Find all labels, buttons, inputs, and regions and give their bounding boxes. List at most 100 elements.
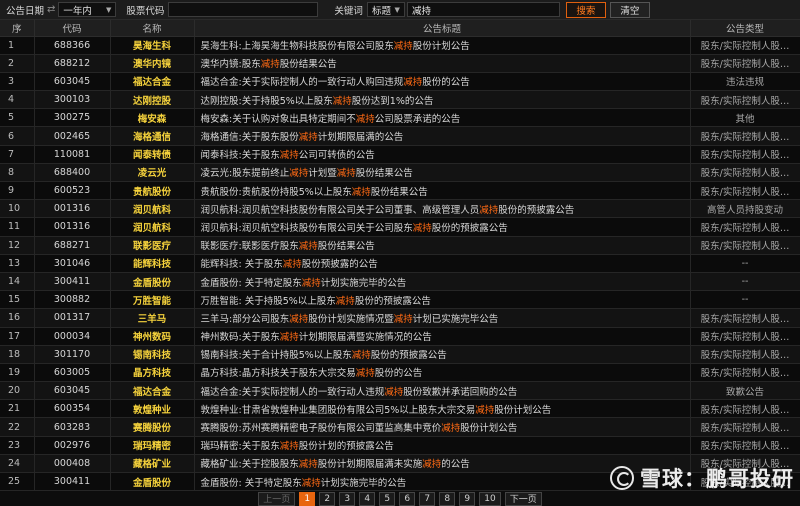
row-code[interactable]: 110081 bbox=[34, 145, 111, 164]
page-number-button[interactable]: 6 bbox=[399, 491, 416, 506]
table-row[interactable]: 19 603005 晶方科技 晶方科技:晶方科技关于股东大宗交易减持股份的公告 股东/实… bbox=[0, 363, 800, 383]
row-name[interactable]: 海格通信 bbox=[110, 126, 195, 146]
row-code[interactable]: 603005 bbox=[34, 363, 111, 383]
table-row[interactable]: 3 603045 福达合金 福达合金:关于实际控制人的一致行动人购回违规减持股份的公告… bbox=[0, 72, 800, 92]
row-title[interactable]: 锡南科技:关于合计持股5%以上股东减持股份的预披露公告 bbox=[194, 345, 691, 364]
row-name[interactable]: 闻泰转债 bbox=[110, 145, 195, 164]
row-code[interactable]: 301046 bbox=[34, 254, 111, 273]
row-title[interactable]: 润贝航科:润贝航空科技股份有限公司关于公司董事、高级管理人员减持股份的预披露公告 bbox=[194, 199, 691, 219]
page-number-button[interactable]: 5 bbox=[379, 491, 396, 506]
table-row[interactable]: 17 000034 神州数码 神州数码:关于股东减持计划期限届满暨实施情况的公告 股东/… bbox=[0, 327, 800, 346]
row-title[interactable]: 润贝航科:润贝航空科技股份有限公司关于公司股东减持股份的预披露公告 bbox=[194, 217, 691, 237]
row-title[interactable]: 神州数码:关于股东减持计划期限届满暨实施情况的公告 bbox=[194, 327, 691, 346]
table-row[interactable]: 2 688212 澳华内镜 澳华内镜:股东减持股份结果公告 股东/实际控制人股… bbox=[0, 54, 800, 73]
header-title[interactable]: 公告标题 bbox=[194, 20, 691, 37]
row-code[interactable]: 688366 bbox=[34, 36, 111, 55]
row-name[interactable]: 澳华内镜 bbox=[110, 54, 195, 73]
row-title[interactable]: 达刚控股:关于持股5%以上股东减持股份达到1%的公告 bbox=[194, 90, 691, 110]
search-scope-select[interactable]: 标题 ▼ bbox=[366, 2, 405, 17]
table-row[interactable]: 12 688271 联影医疗 联影医疗:联影医疗股东减持股份结果公告 股东/实际控制人股… bbox=[0, 236, 800, 255]
page-number-button[interactable]: 9 bbox=[459, 491, 476, 506]
row-name[interactable]: 昊海生科 bbox=[110, 36, 195, 55]
row-title[interactable]: 晶方科技:晶方科技关于股东大宗交易减持股份的公告 bbox=[194, 363, 691, 383]
row-code[interactable]: 000408 bbox=[34, 454, 111, 474]
row-code[interactable]: 688400 bbox=[34, 163, 111, 183]
page-number-button[interactable]: 8 bbox=[439, 491, 456, 506]
row-title[interactable]: 闻泰科技:关于股东减持公司可转债的公告 bbox=[194, 145, 691, 164]
prev-page-button[interactable]: 上一页 bbox=[258, 491, 296, 506]
table-row[interactable]: 16 001317 三羊马 三羊马:部分公司股东减持股份计划实施情况暨减持计划已实施完… bbox=[0, 308, 800, 328]
table-row[interactable]: 1 688366 昊海生科 昊海生科:上海昊海生物科技股份有限公司股东减持股份计划公告… bbox=[0, 36, 800, 55]
table-row[interactable]: 11 001316 润贝航科 润贝航科:润贝航空科技股份有限公司关于公司股东减持股份的… bbox=[0, 217, 800, 237]
row-name[interactable]: 凌云光 bbox=[110, 163, 195, 183]
next-page-button[interactable]: 下一页 bbox=[504, 491, 542, 506]
row-name[interactable]: 晶方科技 bbox=[110, 363, 195, 383]
row-name[interactable]: 润贝航科 bbox=[110, 217, 195, 237]
row-name[interactable]: 贵航股份 bbox=[110, 181, 195, 201]
swap-icon[interactable]: ⇄ bbox=[47, 4, 55, 15]
table-row[interactable]: 5 300275 梅安森 梅安森:关于认购对象出具特定期间不减持公司股票承诺的公告 其他 bbox=[0, 108, 800, 128]
table-row[interactable]: 7 110081 闻泰转债 闻泰科技:关于股东减持公司可转债的公告 股东/实际控制人股… bbox=[0, 145, 800, 164]
row-name[interactable]: 藏格矿业 bbox=[110, 454, 195, 474]
row-title[interactable]: 福达合金:关于实际控制人的一致行动人违规减持股份致歉并承诺回购的公告 bbox=[194, 381, 691, 401]
row-code[interactable]: 001317 bbox=[34, 308, 111, 328]
row-code[interactable]: 603045 bbox=[34, 381, 111, 401]
row-title[interactable]: 金盾股份: 关于特定股东减持计划实施完毕的公告 bbox=[194, 272, 691, 292]
row-title[interactable]: 敦煌种业:甘肃省敦煌种业集团股份有限公司5%以上股东大宗交易减持股份计划公告 bbox=[194, 399, 691, 419]
row-code[interactable]: 000034 bbox=[34, 327, 111, 346]
table-row[interactable]: 21 600354 敦煌种业 敦煌种业:甘肃省敦煌种业集团股份有限公司5%以上股东大宗… bbox=[0, 399, 800, 419]
date-range-select[interactable]: 一年内 ▼ bbox=[58, 2, 117, 17]
row-title[interactable]: 能辉科技: 关于股东减持股份预披露的公告 bbox=[194, 254, 691, 273]
row-title[interactable]: 联影医疗:联影医疗股东减持股份结果公告 bbox=[194, 236, 691, 255]
row-title[interactable]: 瑞玛精密:关于股东减持股份计划的预披露公告 bbox=[194, 436, 691, 455]
row-title[interactable]: 凌云光:股东提前终止减持计划暨减持股份结果公告 bbox=[194, 163, 691, 183]
table-row[interactable]: 13 301046 能辉科技 能辉科技: 关于股东减持股份预披露的公告 -- bbox=[0, 254, 800, 273]
row-title[interactable]: 梅安森:关于认购对象出具特定期间不减持公司股票承诺的公告 bbox=[194, 108, 691, 128]
row-code[interactable]: 603045 bbox=[34, 72, 111, 92]
row-name[interactable]: 万胜智能 bbox=[110, 290, 195, 310]
row-title[interactable]: 万胜智能: 关于持股5%以上股东减持股份的预披露公告 bbox=[194, 290, 691, 310]
row-name[interactable]: 锡南科技 bbox=[110, 345, 195, 364]
row-name[interactable]: 神州数码 bbox=[110, 327, 195, 346]
row-code[interactable]: 600523 bbox=[34, 181, 111, 201]
table-row[interactable]: 14 300411 金盾股份 金盾股份: 关于特定股东减持计划实施完毕的公告 -- bbox=[0, 272, 800, 292]
row-name[interactable]: 瑞玛精密 bbox=[110, 436, 195, 455]
stock-code-input[interactable] bbox=[168, 2, 319, 17]
page-number-button[interactable]: 1 bbox=[299, 491, 316, 506]
row-code[interactable]: 600354 bbox=[34, 399, 111, 419]
row-name[interactable]: 达刚控股 bbox=[110, 90, 195, 110]
row-name[interactable]: 福达合金 bbox=[110, 72, 195, 92]
search-button[interactable]: 搜索 bbox=[565, 1, 606, 18]
page-number-button[interactable]: 7 bbox=[419, 491, 436, 506]
row-title[interactable]: 福达合金:关于实际控制人的一致行动人购回违规减持股份的公告 bbox=[194, 72, 691, 92]
row-code[interactable]: 300103 bbox=[34, 90, 111, 110]
row-code[interactable]: 300411 bbox=[34, 472, 111, 492]
row-code[interactable]: 603283 bbox=[34, 417, 111, 437]
page-number-button[interactable]: 10 bbox=[479, 491, 501, 506]
row-title[interactable]: 赛腾股份:苏州赛腾精密电子股份有限公司董监高集中竞价减持股份计划公告 bbox=[194, 417, 691, 437]
row-title[interactable]: 海格通信:关于股东股份减持计划期限届满的公告 bbox=[194, 126, 691, 146]
header-type[interactable]: 公告类型 bbox=[690, 20, 800, 37]
header-code[interactable]: 代码 bbox=[34, 20, 111, 37]
table-row[interactable]: 22 603283 赛腾股份 赛腾股份:苏州赛腾精密电子股份有限公司董监高集中竞价减持… bbox=[0, 417, 800, 437]
keyword-input[interactable]: 减持 bbox=[406, 2, 560, 17]
table-row[interactable]: 4 300103 达刚控股 达刚控股:关于持股5%以上股东减持股份达到1%的公告 股东/… bbox=[0, 90, 800, 110]
row-name[interactable]: 能辉科技 bbox=[110, 254, 195, 273]
row-code[interactable]: 300275 bbox=[34, 108, 111, 128]
page-number-button[interactable]: 3 bbox=[339, 491, 356, 506]
table-row[interactable]: 15 300882 万胜智能 万胜智能: 关于持股5%以上股东减持股份的预披露公告 -- bbox=[0, 290, 800, 310]
row-name[interactable]: 福达合金 bbox=[110, 381, 195, 401]
row-code[interactable]: 300411 bbox=[34, 272, 111, 292]
row-title[interactable]: 澳华内镜:股东减持股份结果公告 bbox=[194, 54, 691, 73]
row-name[interactable]: 三羊马 bbox=[110, 308, 195, 328]
table-row[interactable]: 6 002465 海格通信 海格通信:关于股东股份减持计划期限届满的公告 股东/实际控制… bbox=[0, 126, 800, 146]
row-name[interactable]: 赛腾股份 bbox=[110, 417, 195, 437]
row-name[interactable]: 敦煌种业 bbox=[110, 399, 195, 419]
header-name[interactable]: 名称 bbox=[110, 20, 195, 37]
row-code[interactable]: 301170 bbox=[34, 345, 111, 364]
table-row[interactable]: 9 600523 贵航股份 贵航股份:贵航股份持股5%以上股东减持股份结果公告 股东/实… bbox=[0, 181, 800, 201]
table-row[interactable]: 23 002976 瑞玛精密 瑞玛精密:关于股东减持股份计划的预披露公告 股东/实际控制… bbox=[0, 436, 800, 455]
row-name[interactable]: 金盾股份 bbox=[110, 472, 195, 492]
row-code[interactable]: 688212 bbox=[34, 54, 111, 73]
row-name[interactable]: 联影医疗 bbox=[110, 236, 195, 255]
